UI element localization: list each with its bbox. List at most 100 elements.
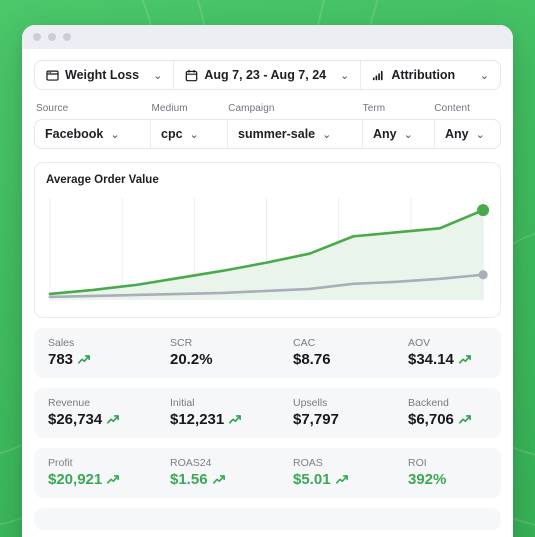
metric-value-text: 392% bbox=[408, 471, 447, 488]
browser-window-icon bbox=[46, 69, 59, 82]
metric-label: ROAS bbox=[293, 457, 323, 469]
filter-content-dropdown[interactable]: Any ⌄ bbox=[435, 120, 500, 148]
metric-label: Upsells bbox=[293, 397, 328, 409]
filter-label-term: Term bbox=[362, 103, 386, 114]
filter-content-value: Any bbox=[445, 127, 469, 141]
chevron-down-icon: ⌄ bbox=[479, 69, 489, 82]
metric-cac[interactable]: CAC $8.76 bbox=[279, 337, 394, 368]
filter-medium-dropdown[interactable]: cpc ⌄ bbox=[151, 120, 228, 148]
metric-value: $20,921 bbox=[48, 471, 156, 488]
chart-plot-area[interactable] bbox=[46, 194, 489, 309]
metric-roas[interactable]: ROAS $5.01 bbox=[279, 457, 394, 488]
filter-labels-row: Source Medium Campaign Term Content bbox=[34, 103, 501, 114]
filter-term-value: Any bbox=[373, 127, 397, 141]
chevron-down-icon: ⌄ bbox=[340, 69, 350, 82]
minimize-dot-icon[interactable] bbox=[48, 33, 56, 41]
filter-campaign-value: summer-sale bbox=[238, 127, 316, 141]
chevron-down-icon: ⌄ bbox=[475, 128, 485, 141]
metric-label: SCR bbox=[170, 337, 193, 349]
chevron-down-icon: ⌄ bbox=[189, 128, 199, 141]
metric-value: $7,797 bbox=[293, 411, 394, 428]
filter-campaign-dropdown[interactable]: summer-sale ⌄ bbox=[228, 120, 363, 148]
chart-card: Average Order Value bbox=[34, 162, 501, 318]
metric-label: Revenue bbox=[48, 397, 91, 409]
metric-aov[interactable]: AOV $34.14 bbox=[394, 337, 499, 368]
metric-value-text: 20.2% bbox=[170, 351, 213, 368]
chevron-down-icon: ⌄ bbox=[403, 128, 413, 141]
metric-scr[interactable]: SCR 20.2% bbox=[156, 337, 279, 368]
calendar-icon bbox=[185, 69, 198, 82]
metric-roi[interactable]: ROI 392% bbox=[394, 457, 499, 488]
trend-up-icon bbox=[78, 354, 91, 365]
filter-source-value: Facebook bbox=[45, 127, 104, 141]
filter-medium-value: cpc bbox=[161, 127, 183, 141]
trend-up-icon bbox=[107, 474, 120, 485]
trend-up-icon bbox=[458, 414, 472, 425]
date-range-label: Aug 7, 23 - Aug 7, 24 bbox=[204, 68, 327, 82]
filter-label-campaign: Campaign bbox=[228, 103, 275, 114]
attribution-selector[interactable]: Attribution ⌄ bbox=[361, 61, 500, 89]
close-dot-icon[interactable] bbox=[33, 33, 41, 41]
maximize-dot-icon[interactable] bbox=[63, 33, 71, 41]
metric-label: AOV bbox=[408, 337, 431, 349]
metric-value-text: $12,231 bbox=[170, 411, 225, 428]
metric-label: Initial bbox=[170, 397, 195, 409]
metric-upsells[interactable]: Upsells $7,797 bbox=[279, 397, 394, 428]
metric-value: $6,706 bbox=[408, 411, 499, 428]
selector-bar: Weight Loss ⌄ Aug 7, 23 - Aug 7, 24 ⌄ At… bbox=[34, 60, 501, 90]
metric-value-text: $6,706 bbox=[408, 411, 454, 428]
metric-roas24[interactable]: ROAS24 $1.56 bbox=[156, 457, 279, 488]
metric-backend[interactable]: Backend $6,706 bbox=[394, 397, 499, 428]
filter-bar: Facebook ⌄ cpc ⌄ summer-sale ⌄ Any ⌄ Any… bbox=[34, 119, 501, 149]
metric-revenue[interactable]: Revenue $26,734 bbox=[34, 397, 156, 428]
metric-label: Profit bbox=[48, 457, 73, 469]
filter-label-content: Content bbox=[434, 103, 471, 114]
metric-card-row-2: Revenue $26,734 Initial $12,231 Upsells … bbox=[34, 388, 501, 438]
chevron-down-icon: ⌄ bbox=[153, 69, 163, 82]
metric-value-text: $26,734 bbox=[48, 411, 103, 428]
offer-selector[interactable]: Weight Loss ⌄ bbox=[35, 61, 175, 89]
trend-up-icon bbox=[107, 414, 120, 425]
metric-label: CAC bbox=[293, 337, 316, 349]
metric-value-text: 783 bbox=[48, 351, 74, 368]
metric-value: $12,231 bbox=[170, 411, 279, 428]
app-window: Weight Loss ⌄ Aug 7, 23 - Aug 7, 24 ⌄ At… bbox=[22, 25, 513, 537]
chevron-down-icon: ⌄ bbox=[110, 128, 120, 141]
metric-initial[interactable]: Initial $12,231 bbox=[156, 397, 279, 428]
metric-value: 392% bbox=[408, 471, 499, 488]
bar-chart-icon bbox=[372, 69, 385, 82]
date-range-selector[interactable]: Aug 7, 23 - Aug 7, 24 ⌄ bbox=[174, 61, 362, 89]
window-content: Weight Loss ⌄ Aug 7, 23 - Aug 7, 24 ⌄ At… bbox=[22, 49, 513, 530]
trend-up-icon bbox=[335, 474, 349, 485]
metric-value: 20.2% bbox=[170, 351, 279, 368]
filter-term-dropdown[interactable]: Any ⌄ bbox=[363, 120, 435, 148]
metric-profit[interactable]: Profit $20,921 bbox=[34, 457, 156, 488]
filter-source-dropdown[interactable]: Facebook ⌄ bbox=[35, 120, 151, 148]
window-titlebar bbox=[22, 25, 513, 49]
metric-value-text: $8.76 bbox=[293, 351, 331, 368]
metric-value: $34.14 bbox=[408, 351, 499, 368]
trend-up-icon bbox=[212, 474, 226, 485]
filter-label-source: Source bbox=[36, 103, 69, 114]
chevron-down-icon: ⌄ bbox=[322, 128, 332, 141]
metric-value-text: $20,921 bbox=[48, 471, 103, 488]
metric-value-text: $1.56 bbox=[170, 471, 208, 488]
metric-value-text: $5.01 bbox=[293, 471, 331, 488]
chart-title: Average Order Value bbox=[46, 174, 159, 186]
metric-value: $1.56 bbox=[170, 471, 279, 488]
attribution-label: Attribution bbox=[391, 68, 456, 82]
metric-value: $8.76 bbox=[293, 351, 394, 368]
trend-up-icon bbox=[458, 354, 472, 365]
metric-value-text: $34.14 bbox=[408, 351, 454, 368]
metric-label: ROI bbox=[408, 457, 427, 469]
metric-value: $26,734 bbox=[48, 411, 156, 428]
metric-label: Backend bbox=[408, 397, 449, 409]
filter-label-medium: Medium bbox=[151, 103, 188, 114]
metric-value-text: $7,797 bbox=[293, 411, 339, 428]
metric-card-row-3: Profit $20,921 ROAS24 $1.56 ROAS $5.01 R… bbox=[34, 448, 501, 498]
offer-selector-label: Weight Loss bbox=[65, 68, 140, 82]
metric-value: $5.01 bbox=[293, 471, 394, 488]
metric-label: Sales bbox=[48, 337, 75, 349]
metric-sales[interactable]: Sales 783 bbox=[34, 337, 156, 368]
metric-card-row-1: Sales 783 SCR 20.2% CAC $8.76 AOV $34.14 bbox=[34, 328, 501, 378]
